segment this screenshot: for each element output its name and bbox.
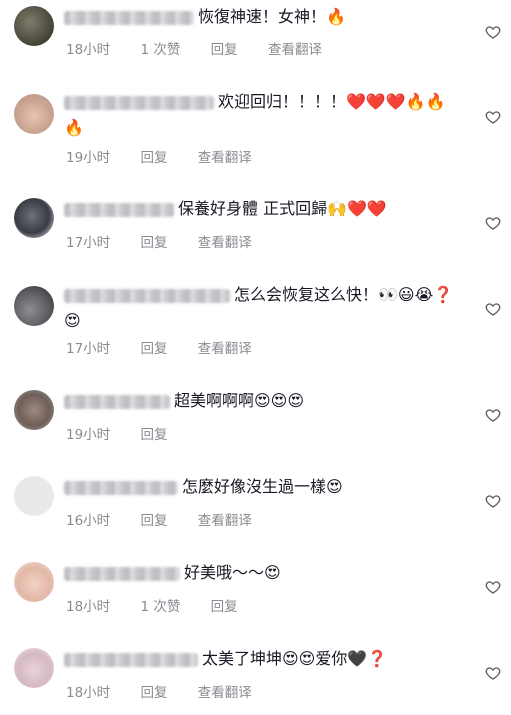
heart-outline-icon[interactable] xyxy=(485,493,501,509)
comment-text: 超美啊啊啊😍😍😍 xyxy=(174,391,305,410)
translate-button[interactable]: 查看翻译 xyxy=(198,513,252,529)
username[interactable] xyxy=(64,95,214,110)
username[interactable] xyxy=(64,202,174,217)
avatar[interactable] xyxy=(14,648,54,688)
comment-time: 18小时 xyxy=(66,599,111,615)
reply-button[interactable]: 回复 xyxy=(211,42,238,58)
heart-outline-icon[interactable] xyxy=(485,407,501,423)
translate-button[interactable]: 查看翻译 xyxy=(198,685,252,701)
username[interactable] xyxy=(64,652,198,667)
reply-button[interactable]: 回复 xyxy=(140,427,167,443)
comment-text: 好美哦～～😍 xyxy=(184,563,281,582)
avatar[interactable] xyxy=(14,6,54,46)
username[interactable] xyxy=(64,10,194,25)
like-count: 1 次赞 xyxy=(140,599,181,615)
reply-button[interactable]: 回复 xyxy=(140,235,167,251)
heart-outline-icon[interactable] xyxy=(485,215,501,231)
comment-time: 18小时 xyxy=(66,42,111,58)
heart-outline-icon[interactable] xyxy=(485,665,501,681)
heart-outline-icon[interactable] xyxy=(485,579,501,595)
comment-text: 恢復神速！女神！🔥 xyxy=(198,7,346,26)
translate-button[interactable]: 查看翻译 xyxy=(268,42,322,58)
username[interactable] xyxy=(64,288,230,303)
username[interactable] xyxy=(64,480,178,495)
comment-text: 保養好身體 正式回歸🙌❤️❤️ xyxy=(178,199,387,218)
heart-outline-icon[interactable] xyxy=(485,24,501,40)
avatar[interactable] xyxy=(14,562,54,602)
translate-button[interactable]: 查看翻译 xyxy=(198,150,252,166)
comment-time: 17小时 xyxy=(66,235,111,251)
comment-text: 怎麼好像沒生過一樣😍 xyxy=(182,477,343,496)
avatar[interactable] xyxy=(14,286,54,326)
like-count: 1 次赞 xyxy=(140,42,181,58)
reply-button[interactable]: 回复 xyxy=(140,150,167,166)
comment-time: 19小时 xyxy=(66,150,111,166)
comment-time: 17小时 xyxy=(66,341,111,357)
reply-button[interactable]: 回复 xyxy=(211,599,238,615)
translate-button[interactable]: 查看翻译 xyxy=(198,235,252,251)
comment-time: 18小时 xyxy=(66,685,111,701)
avatar[interactable] xyxy=(14,198,54,238)
comment-time: 16小时 xyxy=(66,513,111,529)
username[interactable] xyxy=(64,566,180,581)
heart-outline-icon[interactable] xyxy=(485,301,501,317)
reply-button[interactable]: 回复 xyxy=(140,341,167,357)
translate-button[interactable]: 查看翻译 xyxy=(198,341,252,357)
avatar[interactable] xyxy=(14,390,54,430)
avatar[interactable] xyxy=(14,476,54,516)
comment-text: 太美了坤坤😍😍爱你🖤❓ xyxy=(202,649,388,668)
heart-outline-icon[interactable] xyxy=(485,109,501,125)
username[interactable] xyxy=(64,394,170,409)
reply-button[interactable]: 回复 xyxy=(140,513,167,529)
comment-time: 19小时 xyxy=(66,427,111,443)
avatar[interactable] xyxy=(14,94,54,134)
reply-button[interactable]: 回复 xyxy=(140,685,167,701)
